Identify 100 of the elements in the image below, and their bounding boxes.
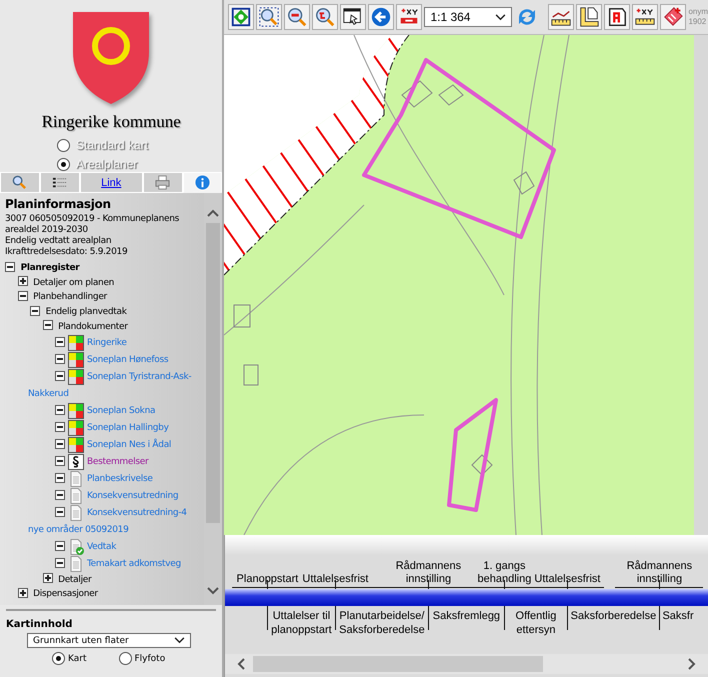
map-corner-text: onym	[688, 7, 708, 17]
collapse-icon[interactable]	[30, 306, 40, 316]
collapse-icon[interactable]	[55, 507, 65, 518]
radio-label[interactable]: Standard kart	[76, 138, 148, 152]
scroll-left-icon[interactable]	[237, 658, 246, 670]
radio-button[interactable]	[57, 138, 70, 152]
document-link[interactable]: Temakart adkomstveg	[28, 556, 200, 573]
collapse-icon[interactable]	[55, 456, 65, 466]
tree-folder-label[interactable]: Detaljer om planen	[33, 278, 114, 288]
collapse-icon[interactable]	[55, 422, 65, 432]
tree-folder-label[interactable]: Plandokumenter	[58, 322, 128, 332]
document-link[interactable]: Konsekvensutredning	[28, 488, 200, 505]
panel-title: Planinformasjon	[5, 197, 112, 211]
phase-label: Planutarbeidelse/ Saksforberedelse	[339, 610, 425, 636]
radio-label[interactable]: Kart	[68, 654, 86, 664]
search-tab[interactable]	[0, 172, 40, 193]
info-icon	[194, 175, 210, 190]
document-link[interactable]: Soneplan Sokna	[28, 402, 200, 420]
scroll-down-icon[interactable]	[207, 587, 220, 595]
scale-dropdown[interactable]: 1:1 364	[424, 7, 512, 27]
collapse-icon[interactable]	[55, 337, 65, 348]
collapse-icon[interactable]	[55, 371, 65, 382]
print-tab[interactable]	[142, 172, 183, 193]
document-icon	[68, 504, 84, 521]
measure-area-tool-button[interactable]	[576, 4, 602, 30]
phase-label: Saksfremlegg	[432, 610, 500, 622]
phase-label: Saksfr	[662, 610, 694, 622]
radio-label[interactable]: Flyfoto	[134, 654, 166, 664]
plan-map-icon	[68, 368, 84, 385]
radio-button[interactable]	[52, 652, 65, 665]
scroll-right-icon[interactable]	[688, 658, 696, 670]
expand-icon[interactable]	[42, 573, 52, 584]
coordinate-scale-tool-button[interactable]	[632, 4, 658, 30]
expand-icon[interactable]	[18, 588, 28, 598]
collapse-icon[interactable]	[55, 473, 65, 484]
collapse-icon[interactable]	[5, 262, 15, 272]
plan-info-text: Ikrafttredelsesdato: 5.9.2019	[5, 247, 128, 258]
collapse-icon[interactable]	[55, 558, 65, 568]
scroll-up-icon[interactable]	[207, 209, 220, 217]
clear-tool-button[interactable]	[660, 4, 686, 30]
radio-label[interactable]: Arealplaner	[76, 157, 138, 171]
map-corner-text: 1902	[688, 17, 708, 27]
vertical-scrollbar[interactable]	[204, 193, 222, 605]
plan-map-icon	[68, 352, 84, 368]
document-link[interactable]: Soneplan Tyristrand-Ask-Nakkerud	[28, 368, 200, 403]
info-tab[interactable]	[182, 172, 222, 193]
measure-distance-tool-button[interactable]	[548, 4, 574, 30]
radio-button[interactable]	[57, 158, 70, 170]
horizontal-scrollbar[interactable]	[225, 654, 708, 674]
legend-tab[interactable]	[40, 172, 80, 193]
document-icon	[68, 470, 84, 487]
document-link[interactable]: Vedtak	[28, 538, 200, 556]
label-tool-button[interactable]	[604, 4, 630, 30]
milestone-label: Rådmannens innstilling	[615, 560, 704, 588]
coordinate-tool-button[interactable]	[396, 4, 422, 30]
plan-map-icon	[68, 420, 84, 436]
expand-icon[interactable]	[18, 276, 28, 286]
document-link[interactable]: Soneplan Nes i Ådal	[28, 436, 200, 454]
collapse-icon[interactable]	[42, 320, 52, 330]
document-link[interactable]: Bestemmelser	[28, 454, 200, 471]
document-link[interactable]: Konsekvensutredning-4 nye områder 05092019	[28, 504, 200, 539]
phase-label: Saksforberedelse	[570, 610, 656, 622]
plan-map-icon	[68, 334, 84, 351]
tree-folder-label[interactable]: Dispensasjoner	[33, 590, 98, 600]
search-icon	[12, 175, 28, 190]
approved-document-icon	[68, 538, 84, 555]
map-drawing[interactable]	[224, 35, 694, 535]
zoom-out-tool-button[interactable]	[284, 4, 310, 30]
tree-folder-label[interactable]: Planbehandlinger	[33, 292, 107, 303]
document-link[interactable]: Ringerike	[28, 334, 200, 352]
collapse-icon[interactable]	[55, 439, 65, 450]
tree-folder-label[interactable]: Endelig planvedtak	[46, 307, 127, 318]
plan-info-text: 3007 060505092019 - Kommuneplanens arealdel 2019-2030	[5, 214, 180, 236]
collapse-icon[interactable]	[18, 290, 28, 301]
section-title: Kartinnhold	[6, 619, 74, 630]
document-link[interactable]: Planbeskrivelse	[28, 470, 200, 488]
zoom-previous-tool-button[interactable]	[312, 4, 338, 30]
collapse-icon[interactable]	[55, 354, 65, 364]
phase-label: Uttalelser til planoppstart	[271, 610, 332, 636]
map-content-dropdown[interactable]: Grunnkart uten flater	[27, 633, 191, 648]
radio-button[interactable]	[118, 652, 132, 665]
chevron-down-icon	[174, 637, 185, 644]
plan-map-icon	[68, 436, 84, 453]
back-tool-button[interactable]	[368, 4, 394, 30]
plan-map-icon	[68, 402, 84, 419]
collapse-icon[interactable]	[55, 490, 65, 500]
zoom-box-tool-button[interactable]	[256, 4, 282, 30]
document-link[interactable]: Soneplan Hallingby	[28, 420, 200, 437]
pan-tool-button[interactable]	[340, 4, 366, 30]
printer-icon	[155, 175, 170, 190]
tree-folder-label[interactable]: Detaljer	[58, 574, 92, 585]
tree-folder-label[interactable]: Planregister	[20, 263, 80, 274]
municipality-name: Ringerike kommune	[42, 112, 181, 132]
link-tab[interactable]: Link	[80, 172, 143, 193]
zoom-extent-tool-button[interactable]	[228, 4, 254, 30]
document-icon	[68, 556, 84, 572]
document-link[interactable]: Soneplan Hønefoss	[28, 352, 200, 369]
collapse-icon[interactable]	[55, 541, 65, 552]
collapse-icon[interactable]	[55, 405, 65, 416]
coat-of-arms-icon	[71, 10, 152, 106]
